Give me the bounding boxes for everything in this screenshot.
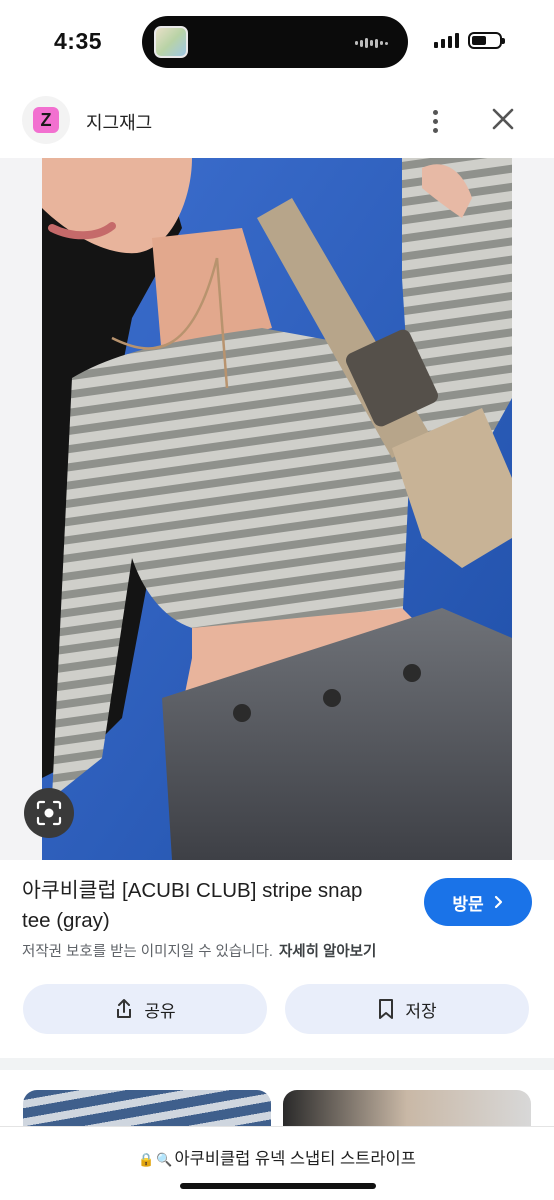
chevron-right-icon	[494, 895, 502, 909]
address-bar[interactable]: 🔒 🔍 아쿠비클럽 유넥 스냅티 스트라이프	[0, 1126, 554, 1200]
close-icon[interactable]	[486, 102, 520, 136]
site-favicon[interactable]: Z	[22, 96, 70, 144]
result-info-panel: 아쿠비클럽 [ACUBI CLUB] stripe snap tee (gray…	[0, 860, 554, 1058]
share-button-label: 공유	[144, 1001, 176, 1021]
more-vert-icon[interactable]	[418, 102, 452, 140]
now-playing-thumbnail	[154, 26, 188, 58]
share-icon	[117, 999, 132, 1018]
visit-button[interactable]: 방문	[424, 878, 532, 926]
home-indicator[interactable]	[180, 1183, 376, 1189]
learn-more-link[interactable]: 자세히 알아보기	[279, 944, 376, 960]
cellular-signal-icon	[434, 33, 459, 48]
result-title[interactable]: 아쿠비클럽 [ACUBI CLUB] stripe snap tee (gray…	[22, 876, 382, 936]
battery-icon	[468, 32, 505, 49]
visit-button-label: 방문	[452, 894, 484, 914]
dynamic-island	[142, 16, 408, 68]
search-lens-icon[interactable]	[24, 788, 74, 838]
save-button[interactable]: 저장	[285, 984, 529, 1034]
bookmark-icon	[379, 999, 394, 1019]
viewer-header: Z 지그재그	[0, 84, 554, 158]
section-divider	[0, 1058, 554, 1070]
lock-icon: 🔒	[138, 1152, 155, 1167]
address-bar-text-row: 🔒 🔍 아쿠비클럽 유넥 스냅티 스트라이프	[0, 1145, 554, 1169]
copyright-note: 저작권 보호를 받는 이미지일 수 있습니다. 자세히 알아보기	[22, 940, 376, 961]
image-preview-area	[0, 158, 554, 860]
audio-wave-icon	[355, 38, 388, 48]
site-name[interactable]: 지그재그	[86, 109, 152, 135]
save-button-label: 저장	[405, 1001, 437, 1021]
search-query: 아쿠비클럽 유넥 스냅티 스트라이프	[174, 1150, 416, 1168]
copyright-text: 저작권 보호를 받는 이미지일 수 있습니다.	[22, 944, 273, 960]
status-time: 4:35	[54, 28, 103, 54]
share-button[interactable]: 공유	[23, 984, 267, 1034]
search-icon: 🔍	[156, 1152, 173, 1167]
product-photo[interactable]	[42, 158, 512, 860]
status-bar: 4:35	[0, 0, 554, 84]
site-logo-letter: Z	[33, 107, 59, 133]
